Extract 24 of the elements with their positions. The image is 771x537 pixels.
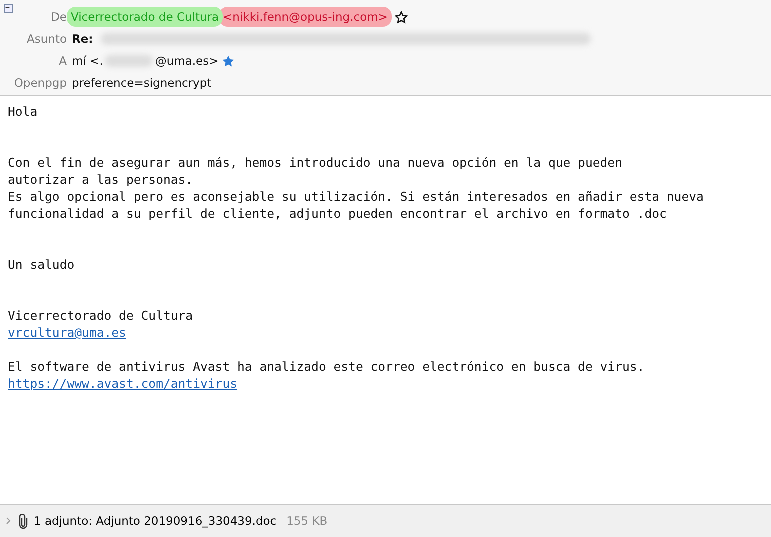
- message-text: El software de antivirus Avast ha analizado este correo electrónico en busca de virus.: [8, 360, 645, 374]
- paperclip-icon: [19, 514, 28, 528]
- message-text: autorizar a las personas.: [8, 173, 194, 187]
- message-text: Vicerrectorado de Cultura: [8, 309, 194, 323]
- subject-text: Re:: [72, 32, 94, 46]
- field-label: A: [58, 54, 68, 68]
- message-text: Es algo opcional pero es aconsejable su utilización. Si están interesados en añadir esta nueva: [8, 190, 704, 204]
- recipient-prefix: mí <.: [72, 54, 104, 68]
- field-label: Openpgp: [13, 76, 68, 90]
- field-label: Asunto: [26, 32, 68, 46]
- message-text: Un saludo: [8, 258, 75, 272]
- attachment-size: 155 KB: [286, 514, 328, 528]
- message-link[interactable]: https://www.avast.com/antivirus: [8, 377, 238, 391]
- star-icon[interactable]: [222, 54, 235, 68]
- collapse-icon[interactable]: [4, 4, 13, 13]
- message-text: Hola: [8, 105, 38, 119]
- message-text: Con el fin de asegurar aun más, hemos introducido una nueva opción en la que pueden: [8, 156, 622, 170]
- message-link[interactable]: vrcultura@uma.es: [8, 326, 126, 340]
- recipient-domain: @uma.es>: [155, 54, 219, 68]
- openpgp-value: preference=signencrypt: [72, 76, 212, 90]
- message-text: funcionalidad a su perfil de cliente, adjunto pueden encontrar el archivo en formato .doc: [8, 207, 667, 221]
- attachment-summary[interactable]: 1 adjunto: Adjunto 20190916_330439.doc: [34, 514, 277, 528]
- field-label: De: [50, 10, 68, 24]
- star-icon[interactable]: [394, 10, 408, 24]
